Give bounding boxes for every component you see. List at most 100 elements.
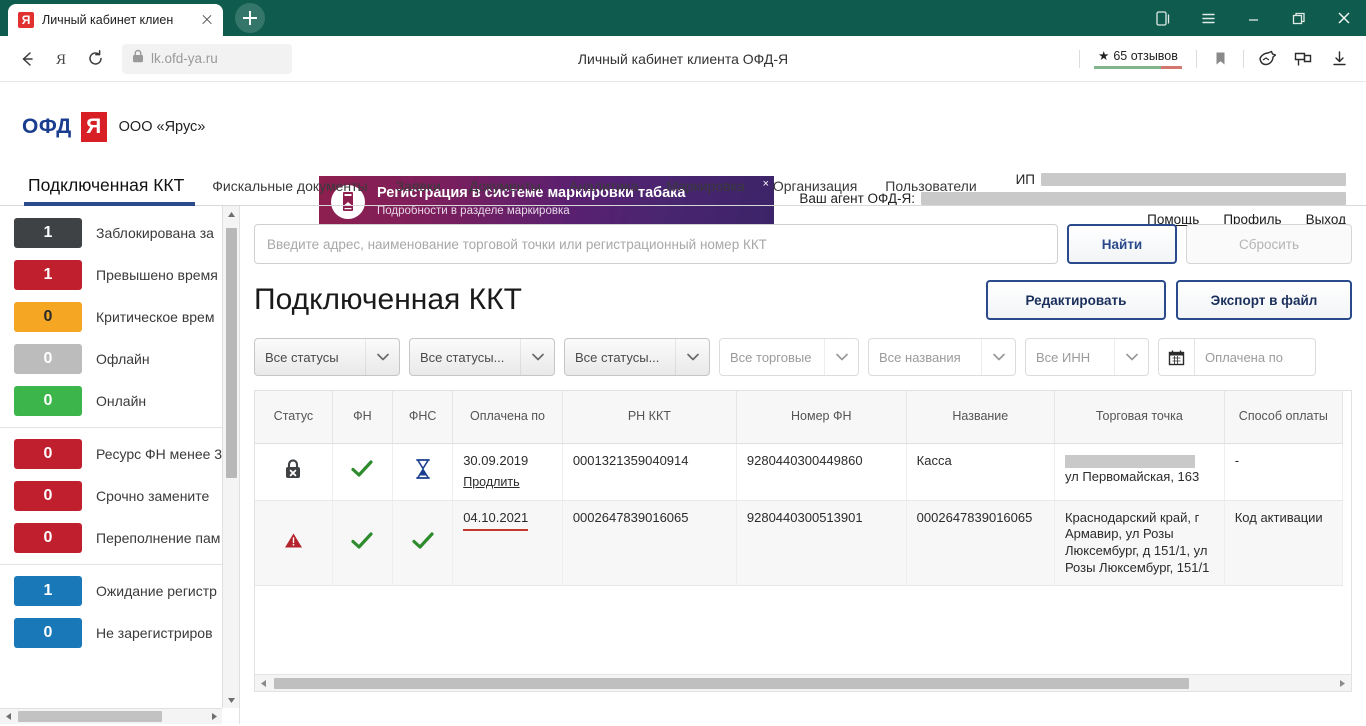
col-payment-method[interactable]: Способ оплаты: [1224, 391, 1344, 444]
chevron-down-icon[interactable]: [675, 339, 709, 375]
page-body: 1 Заблокирована за 1 Превышено время 0 К…: [0, 206, 1366, 724]
sidebar-badge-count: 1: [14, 576, 82, 606]
close-tab-icon[interactable]: [199, 12, 215, 28]
filter-all-statuses-1[interactable]: Все статусы: [254, 338, 400, 376]
back-icon[interactable]: [10, 42, 44, 76]
chevron-down-icon[interactable]: [1114, 339, 1148, 375]
cell-fn-number: 9280440300449860: [736, 443, 907, 501]
filter-paid-until-date[interactable]: Оплачена по: [1158, 338, 1316, 376]
sidebar-item-label: Не зарегистриров: [96, 625, 213, 641]
cell-outlet: ул Первомайская, 163: [1054, 443, 1225, 501]
nav-tab-documents[interactable]: Документы: [455, 178, 555, 205]
downloads-icon[interactable]: [1322, 42, 1356, 76]
col-fns[interactable]: ФНС: [392, 391, 454, 444]
search-input[interactable]: Введите адрес, наименование торговой точ…: [254, 224, 1058, 264]
sidebar-scroll-thumb[interactable]: [226, 228, 237, 478]
nav-tab-analytics[interactable]: Аналитика: [555, 178, 652, 205]
col-outlet[interactable]: Торговая точка: [1054, 391, 1225, 444]
sidebar-item-time-exceeded[interactable]: 1 Превышено время: [0, 254, 239, 296]
table-horizontal-scrollbar[interactable]: [255, 674, 1351, 691]
sidebar-item-label: Срочно замените: [96, 488, 210, 504]
check-green-icon: [412, 532, 434, 553]
nav-tab-users[interactable]: Пользователи: [871, 178, 990, 205]
maximize-icon[interactable]: [1276, 0, 1321, 36]
filter-all-statuses-2[interactable]: Все статусы...: [409, 338, 555, 376]
nav-tab-connected-kkt[interactable]: Подключенная ККТ: [14, 175, 198, 206]
sidebar-item-offline[interactable]: 0 Офлайн: [0, 338, 239, 380]
export-button[interactable]: Экспорт в файл: [1176, 280, 1352, 320]
sidebar-horizontal-scrollbar[interactable]: [0, 708, 222, 724]
sidebar-hscroll-thumb[interactable]: [18, 711, 162, 722]
sidebar-item-not-registered[interactable]: 0 Не зарегистриров: [0, 612, 239, 654]
sidebar-item-label: Ресурс ФН менее 3: [96, 446, 223, 462]
filter-all-outlets[interactable]: Все торговые: [719, 338, 859, 376]
scroll-up-icon[interactable]: [223, 206, 239, 222]
bookmark-icon[interactable]: [1203, 42, 1237, 76]
scroll-right-icon[interactable]: [206, 709, 222, 725]
chevron-down-icon[interactable]: [824, 339, 858, 375]
divider: [1196, 49, 1197, 68]
filter-all-inn[interactable]: Все ИНН: [1025, 338, 1149, 376]
yandex-home-icon[interactable]: Я: [44, 42, 78, 76]
reset-button[interactable]: Сбросить: [1186, 224, 1352, 264]
chevron-down-icon[interactable]: [520, 339, 554, 375]
site-reviews-button[interactable]: ★ 65 отзывов: [1086, 48, 1190, 69]
col-fn-number[interactable]: Номер ФН: [736, 391, 907, 444]
scroll-left-icon[interactable]: [255, 675, 272, 692]
check-green-icon: [351, 532, 374, 553]
extensions-icon[interactable]: [1286, 42, 1320, 76]
col-rn-kkt[interactable]: РН ККТ: [562, 391, 737, 444]
sidebar-item-blocked[interactable]: 1 Заблокирована за: [0, 212, 239, 254]
close-window-icon[interactable]: [1321, 0, 1366, 36]
col-fn[interactable]: ФН: [332, 391, 394, 444]
security-shield-icon[interactable]: [1250, 42, 1284, 76]
nav-tab-requests[interactable]: Заявки: [382, 178, 455, 205]
main-nav-tabs: Подключенная ККТ Фискальные документы За…: [0, 162, 1366, 206]
scroll-left-icon[interactable]: [0, 709, 16, 725]
col-status[interactable]: Статус: [255, 391, 333, 444]
find-button[interactable]: Найти: [1067, 224, 1177, 264]
sidebar-divider: [0, 427, 229, 428]
cell-payment-method: Код активации: [1224, 500, 1344, 587]
filter-all-statuses-3[interactable]: Все статусы...: [564, 338, 710, 376]
table-row[interactable]: 30.09.2019 Продлить 0001321359040914 928…: [255, 443, 1344, 501]
web-page: ОФД Я ООО «Ярус» Регистрация в системе м…: [0, 82, 1366, 725]
kkt-table-container: Статус ФН ФНС Оплачена по РН ККТ Номер Ф…: [254, 390, 1352, 692]
filter-label: Все статусы...: [575, 349, 660, 365]
minimize-icon[interactable]: [1231, 0, 1276, 36]
cell-name: Касса: [906, 443, 1055, 501]
filter-row: Все статусы Все статусы... Все статусы..…: [254, 338, 1352, 376]
sidebar-item-online[interactable]: 0 Онлайн: [0, 380, 239, 422]
col-name[interactable]: Название: [906, 391, 1055, 444]
reload-icon[interactable]: [78, 42, 112, 76]
site-logo[interactable]: ОФД Я ООО «Ярус»: [22, 112, 205, 142]
table-hscroll-thumb[interactable]: [274, 677, 1189, 689]
sidebar-item-replace-urgently[interactable]: 0 Срочно замените: [0, 475, 239, 517]
tab-title: Личный кабинет клиен: [42, 13, 174, 27]
check-green-icon: [351, 460, 374, 481]
sidebar-item-fn-resource-low[interactable]: 0 Ресурс ФН менее 3: [0, 433, 239, 475]
sidebar-item-awaiting-registration[interactable]: 1 Ожидание регистр: [0, 570, 239, 612]
address-bar[interactable]: lk.ofd-ya.ru: [122, 43, 292, 74]
extend-link[interactable]: Продлить: [463, 475, 519, 489]
browser-tab[interactable]: Я Личный кабинет клиен: [8, 4, 223, 36]
nav-tab-organization[interactable]: Организация: [759, 178, 871, 205]
collections-icon[interactable]: [1141, 0, 1186, 36]
col-paid-until[interactable]: Оплачена по: [452, 391, 563, 444]
new-tab-button[interactable]: [235, 3, 265, 33]
scroll-down-icon[interactable]: [223, 692, 239, 708]
kkt-table: Статус ФН ФНС Оплачена по РН ККТ Номер Ф…: [255, 391, 1344, 587]
scroll-right-icon[interactable]: [1334, 675, 1351, 692]
nav-tab-fiscal-documents[interactable]: Фискальные документы: [198, 178, 381, 205]
sidebar-item-critical-time[interactable]: 0 Критическое врем: [0, 296, 239, 338]
sidebar-vertical-scrollbar[interactable]: [222, 206, 239, 708]
chevron-down-icon[interactable]: [365, 339, 399, 375]
table-row[interactable]: 04.10.2021 0002647839016065 928044030051…: [255, 500, 1344, 587]
sidebar-item-memory-overflow[interactable]: 0 Переполнение пам: [0, 517, 239, 559]
reviews-count: 65 отзывов: [1113, 48, 1178, 63]
chevron-down-icon[interactable]: [981, 339, 1015, 375]
filter-all-names[interactable]: Все названия: [868, 338, 1016, 376]
browser-menu-icon[interactable]: [1186, 0, 1231, 36]
edit-button[interactable]: Редактировать: [986, 280, 1166, 320]
nav-tab-marking[interactable]: Маркировка: [652, 178, 759, 205]
